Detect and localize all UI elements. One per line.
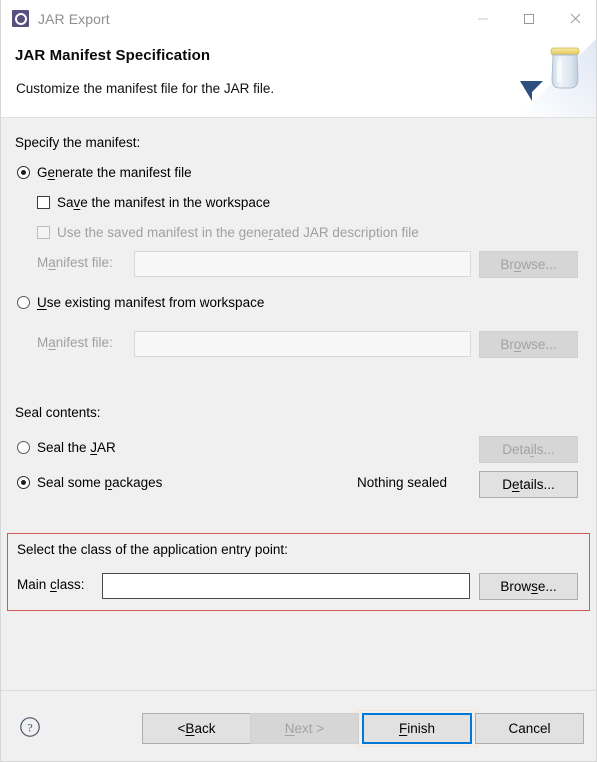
manifest-file-input-2 [134, 331, 471, 357]
finish-button[interactable]: Finish [362, 713, 472, 744]
seal-jar-radio[interactable] [17, 441, 30, 454]
manifest-file-browse-button-1: Br o wse... [479, 251, 578, 278]
use-existing-manifest-label: Use existing manifest from workspace [37, 295, 265, 310]
main-class-label: Main class: [17, 577, 85, 592]
use-existing-manifest-radio-row[interactable]: Use existing manifest from workspace [17, 295, 264, 310]
window-controls [460, 0, 596, 37]
save-manifest-label: Save the manifest in the workspace [57, 195, 271, 210]
seal-packages-radio[interactable] [17, 476, 30, 489]
next-button: Next > [250, 713, 359, 744]
page-title: JAR Manifest Specification [15, 47, 211, 64]
use-saved-manifest-label: Use the saved manifest in the generated … [57, 225, 419, 240]
wizard-header: JAR Manifest Specification Customize the… [1, 37, 596, 118]
title-bar: JAR Export [1, 0, 596, 37]
save-manifest-checkbox[interactable] [37, 196, 50, 209]
jar-export-icon [12, 10, 29, 27]
main-class-input[interactable] [102, 573, 470, 599]
seal-contents-label: Seal contents: [15, 405, 101, 420]
page-description: Customize the manifest file for the JAR … [16, 81, 275, 96]
help-icon[interactable]: ? [19, 716, 41, 738]
main-class-browse-button[interactable]: Brow s e... [479, 573, 578, 600]
jar-wizard-banner-icon [510, 37, 596, 117]
entry-point-label: Select the class of the application entr… [17, 542, 288, 557]
seal-packages-details-button[interactable]: De tails... [479, 471, 578, 498]
close-icon[interactable] [552, 0, 596, 37]
generate-manifest-radio-row[interactable]: Generate the manifest file [17, 165, 192, 180]
seal-jar-radio-row[interactable]: Seal the JAR [17, 440, 116, 455]
use-existing-manifest-radio[interactable] [17, 296, 30, 309]
manifest-file-label-2: Manifest file: [37, 335, 113, 350]
manifest-file-browse-button-2: Br o wse... [479, 331, 578, 358]
generate-manifest-radio[interactable] [17, 166, 30, 179]
seal-jar-label: Seal the JAR [37, 440, 116, 455]
wizard-body: Specify the manifest: Generate the manif… [1, 118, 596, 690]
manifest-file-label-1: Manifest file: [37, 255, 113, 270]
specify-manifest-label: Specify the manifest: [15, 135, 141, 150]
use-saved-manifest-checkbox-row: Use the saved manifest in the generated … [37, 225, 419, 240]
seal-jar-details-button: Deta i ls... [479, 436, 578, 463]
seal-packages-label: Seal some packages [37, 475, 163, 490]
seal-packages-radio-row[interactable]: Seal some packages [17, 475, 162, 490]
maximize-icon[interactable] [506, 0, 552, 37]
generate-manifest-label: Generate the manifest file [37, 165, 192, 180]
manifest-file-input-1 [134, 251, 471, 277]
seal-status-text: Nothing sealed [357, 475, 448, 490]
window-title: JAR Export [38, 10, 110, 27]
cancel-button[interactable]: Cancel [475, 713, 584, 744]
use-saved-manifest-checkbox [37, 226, 50, 239]
back-button[interactable]: < Back [142, 713, 251, 744]
jar-export-dialog: JAR Export JAR Manifest Specification Cu… [0, 0, 597, 762]
svg-text:?: ? [27, 721, 32, 735]
minimize-icon[interactable] [460, 0, 506, 37]
save-manifest-checkbox-row[interactable]: Save the manifest in the workspace [37, 195, 270, 210]
